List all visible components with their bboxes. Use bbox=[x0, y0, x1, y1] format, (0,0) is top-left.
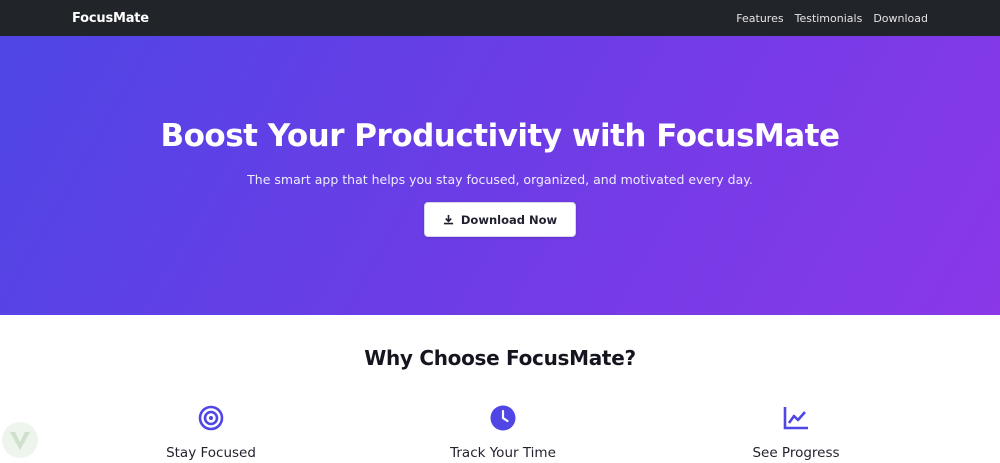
nav-link-testimonials[interactable]: Testimonials bbox=[795, 12, 863, 25]
nav-link-features[interactable]: Features bbox=[736, 12, 783, 25]
nav-link-download[interactable]: Download bbox=[873, 12, 928, 25]
brand-logo[interactable]: FocusMate bbox=[72, 11, 149, 26]
hero-section: Boost Your Productivity with FocusMate T… bbox=[0, 36, 1000, 315]
download-now-button[interactable]: Download Now bbox=[424, 202, 576, 237]
features-section: Why Choose FocusMate? Stay Focused Track… bbox=[0, 315, 1000, 461]
features-title: Why Choose FocusMate? bbox=[364, 346, 636, 370]
download-button-label: Download Now bbox=[460, 212, 558, 227]
feature-see-progress: See Progress bbox=[696, 405, 896, 461]
feature-track-time: Track Your Time bbox=[403, 405, 603, 461]
watermark-badge bbox=[0, 410, 46, 459]
chart-line-icon bbox=[783, 405, 809, 435]
hero-title: Boost Your Productivity with FocusMate bbox=[160, 118, 840, 154]
feature-stay-focused: Stay Focused bbox=[111, 405, 311, 461]
download-icon bbox=[443, 210, 454, 229]
target-icon bbox=[198, 405, 224, 435]
clock-icon bbox=[490, 405, 516, 435]
top-navbar: FocusMate Features Testimonials Download bbox=[0, 0, 1000, 36]
nav-links: Features Testimonials Download bbox=[736, 12, 928, 25]
hero-subtitle: The smart app that helps you stay focuse… bbox=[247, 172, 753, 187]
